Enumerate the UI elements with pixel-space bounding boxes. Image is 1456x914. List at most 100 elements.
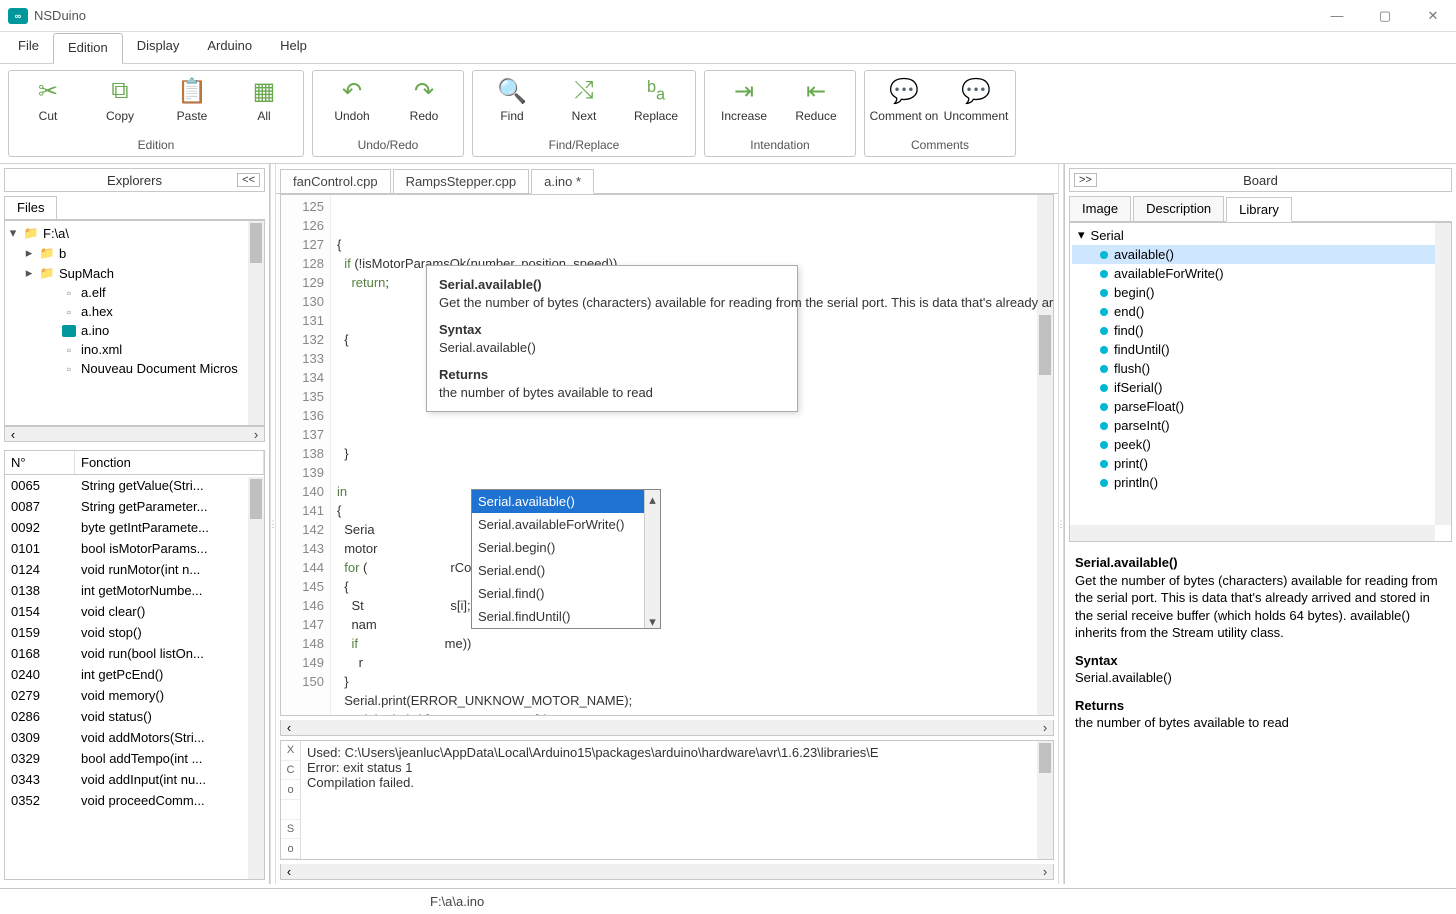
copy-button[interactable]: ⧉Copy	[85, 75, 155, 123]
menu-arduino[interactable]: Arduino	[193, 32, 266, 63]
function-row[interactable]: 0352void proceedComm...	[5, 790, 264, 811]
console-side-btn[interactable]: X	[281, 741, 300, 761]
console-side-btn[interactable]: C	[281, 761, 300, 781]
all-button[interactable]: ▦All	[229, 75, 299, 123]
autocomplete-item[interactable]: Serial.end()	[472, 559, 660, 582]
function-row[interactable]: 0138int getMotorNumbe...	[5, 580, 264, 601]
close-button[interactable]: ✕	[1418, 8, 1448, 24]
function-row[interactable]: 0343void addInput(int nu...	[5, 769, 264, 790]
function-row[interactable]: 0309void addMotors(Stri...	[5, 727, 264, 748]
undoh-button[interactable]: ↶Undoh	[317, 75, 387, 123]
function-row[interactable]: 0279void memory()	[5, 685, 264, 706]
files-tab[interactable]: Files	[4, 196, 57, 219]
console-vscroll[interactable]	[1037, 741, 1053, 859]
menu-edition[interactable]: Edition	[53, 33, 123, 64]
tree-item[interactable]: ▫a.elf	[7, 283, 262, 302]
tree-item[interactable]: ▫a.hex	[7, 302, 262, 321]
paste-button[interactable]: 📋Paste	[157, 75, 227, 123]
file-tree[interactable]: ▾📁F:\a\ ▸📁b▸📁SupMach▫a.elf▫a.hexa.ino▫in…	[4, 220, 265, 426]
lib-item[interactable]: parseFloat()	[1072, 397, 1449, 416]
collapse-explorers-button[interactable]: <<	[237, 173, 260, 187]
tree-vscroll[interactable]	[248, 221, 264, 425]
ribbon-btn-label: Find	[500, 109, 523, 123]
autocomplete-item[interactable]: Serial.begin()	[472, 536, 660, 559]
lib-item[interactable]: begin()	[1072, 283, 1449, 302]
lib-item[interactable]: peek()	[1072, 435, 1449, 454]
lib-vscroll[interactable]	[1435, 223, 1451, 525]
autocomplete-item[interactable]: Serial.findUntil()	[472, 605, 660, 628]
editor-tab[interactable]: fanControl.cpp	[280, 169, 391, 193]
cut-button[interactable]: ✂Cut	[13, 75, 83, 123]
minimize-button[interactable]: —	[1322, 8, 1352, 24]
lib-hscroll[interactable]	[1070, 525, 1435, 541]
tree-item[interactable]: ▫ino.xml	[7, 340, 262, 359]
console-hscroll[interactable]: ‹›	[280, 864, 1054, 880]
tree-hscroll[interactable]: ‹›	[4, 426, 265, 442]
function-row[interactable]: 0240int getPcEnd()	[5, 664, 264, 685]
autocomplete-scroll[interactable]: ▴▾	[644, 490, 660, 628]
console-side-btn[interactable]: o	[281, 839, 300, 859]
editor-vscroll[interactable]	[1037, 195, 1053, 715]
menu-file[interactable]: File	[4, 32, 53, 63]
function-list[interactable]: N° Fonction 0065String getValue(Stri...0…	[4, 450, 265, 880]
function-row[interactable]: 0092byte getIntParamete...	[5, 517, 264, 538]
lib-item[interactable]: parseInt()	[1072, 416, 1449, 435]
autocomplete-item[interactable]: Serial.availableForWrite()	[472, 513, 660, 536]
function-row[interactable]: 0168void run(bool listOn...	[5, 643, 264, 664]
autocomplete-item[interactable]: Serial.find()	[472, 582, 660, 605]
console-side-btn[interactable]: o	[281, 780, 300, 800]
function-row[interactable]: 0154void clear()	[5, 601, 264, 622]
lib-item[interactable]: findUntil()	[1072, 340, 1449, 359]
next-button[interactable]: ⤭Next	[549, 75, 619, 123]
tree-item[interactable]: ▫Nouveau Document Micros	[7, 359, 262, 378]
menu-display[interactable]: Display	[123, 32, 194, 63]
lib-item[interactable]: available()	[1072, 245, 1449, 264]
lib-item[interactable]: ifSerial()	[1072, 378, 1449, 397]
console-side-btn[interactable]	[281, 800, 300, 820]
function-row[interactable]: 0087String getParameter...	[5, 496, 264, 517]
explorers-header: Explorers <<	[4, 168, 265, 192]
lib-item[interactable]: availableForWrite()	[1072, 264, 1449, 283]
tree-item[interactable]: a.ino	[7, 321, 262, 340]
code-editor[interactable]: 1251261271281291301311321331341351361371…	[280, 194, 1054, 716]
reduce-button[interactable]: ⇤Reduce	[781, 75, 851, 123]
increase-button[interactable]: ⇥Increase	[709, 75, 779, 123]
tree-item[interactable]: ▸📁SupMach	[7, 263, 262, 283]
maximize-button[interactable]: ▢	[1370, 8, 1400, 24]
board-tab-description[interactable]: Description	[1133, 196, 1224, 221]
uncomment-button[interactable]: 💬Uncomment	[941, 75, 1011, 123]
replace-button[interactable]: ᵇₐReplace	[621, 75, 691, 123]
autocomplete-popup[interactable]: Serial.available()Serial.availableForWri…	[471, 489, 661, 629]
function-row[interactable]: 0329bool addTempo(int ...	[5, 748, 264, 769]
editor-tab[interactable]: RampsStepper.cpp	[393, 169, 530, 193]
function-row[interactable]: 0286void status()	[5, 706, 264, 727]
function-row[interactable]: 0124void runMotor(int n...	[5, 559, 264, 580]
lib-root[interactable]: ▾Serial	[1072, 225, 1449, 245]
code-area[interactable]: { if (!isMotorParamsOk(number, position,…	[331, 195, 1053, 715]
func-col-num[interactable]: N°	[5, 451, 75, 474]
comment-on-button[interactable]: 💬Comment on	[869, 75, 939, 123]
tree-item[interactable]: ▸📁b	[7, 243, 262, 263]
menu-help[interactable]: Help	[266, 32, 321, 63]
collapse-board-button[interactable]: >>	[1074, 173, 1097, 187]
lib-item[interactable]: end()	[1072, 302, 1449, 321]
function-row[interactable]: 0065String getValue(Stri...	[5, 475, 264, 496]
func-vscroll[interactable]	[248, 477, 264, 879]
lib-item[interactable]: print()	[1072, 454, 1449, 473]
console-side-btn[interactable]: S	[281, 820, 300, 840]
autocomplete-item[interactable]: Serial.available()	[472, 490, 660, 513]
tree-root[interactable]: ▾📁F:\a\	[7, 223, 262, 243]
library-tree[interactable]: ▾Serial available()availableForWrite()be…	[1069, 222, 1452, 542]
function-row[interactable]: 0159void stop()	[5, 622, 264, 643]
board-tab-library[interactable]: Library	[1226, 197, 1292, 222]
lib-item[interactable]: find()	[1072, 321, 1449, 340]
editor-hscroll[interactable]: ‹›	[280, 720, 1054, 736]
editor-tab[interactable]: a.ino *	[531, 169, 594, 194]
lib-item[interactable]: println()	[1072, 473, 1449, 492]
redo-button[interactable]: ↷Redo	[389, 75, 459, 123]
board-tab-image[interactable]: Image	[1069, 196, 1131, 221]
lib-item[interactable]: flush()	[1072, 359, 1449, 378]
func-col-name[interactable]: Fonction	[75, 451, 264, 474]
function-row[interactable]: 0101bool isMotorParams...	[5, 538, 264, 559]
find-button[interactable]: 🔍Find	[477, 75, 547, 123]
